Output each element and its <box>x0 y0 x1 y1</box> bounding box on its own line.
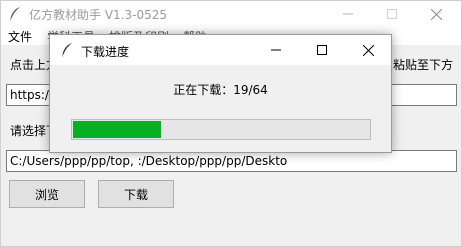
download-button[interactable]: 下载 <box>98 180 174 208</box>
menu-file[interactable]: 文件 <box>8 28 32 45</box>
close-button[interactable] <box>414 1 458 27</box>
minimize-button[interactable] <box>326 1 370 27</box>
download-status-prefix: 正在下载： <box>173 83 234 97</box>
download-progress-dialog: 下载进度 正在下载：19/64 <box>49 34 392 153</box>
maximize-button[interactable] <box>370 1 414 27</box>
dialog-titlebar[interactable]: 下载进度 <box>50 35 391 65</box>
feather-icon <box>61 43 72 58</box>
close-icon <box>430 8 442 20</box>
browse-button[interactable]: 浏览 <box>9 180 85 208</box>
feather-icon <box>9 7 20 22</box>
dialog-maximize-button[interactable] <box>299 35 345 65</box>
minimize-icon <box>343 13 353 15</box>
minimize-icon <box>271 49 281 51</box>
download-status: 正在下载：19/64 <box>50 81 391 98</box>
download-count: 19/64 <box>233 83 268 97</box>
progress-bar-fill <box>73 121 161 138</box>
close-icon <box>362 44 374 56</box>
main-titlebar[interactable]: 亿方教材助手 V1.3-0525 <box>1 1 461 27</box>
dialog-minimize-button[interactable] <box>253 35 299 65</box>
save-path-input[interactable]: C:/Users/ppp/pp/top, :/Desktop/ppp/pp/De… <box>6 150 457 172</box>
dialog-title: 下载进度 <box>81 45 130 59</box>
dialog-close-button[interactable] <box>345 35 391 65</box>
progress-bar <box>71 119 371 140</box>
maximize-icon <box>387 9 397 19</box>
maximize-icon <box>317 45 327 55</box>
instruction-text-right: 粘贴至下方 <box>393 58 454 72</box>
app-title: 亿方教材助手 V1.3-0525 <box>29 8 167 22</box>
